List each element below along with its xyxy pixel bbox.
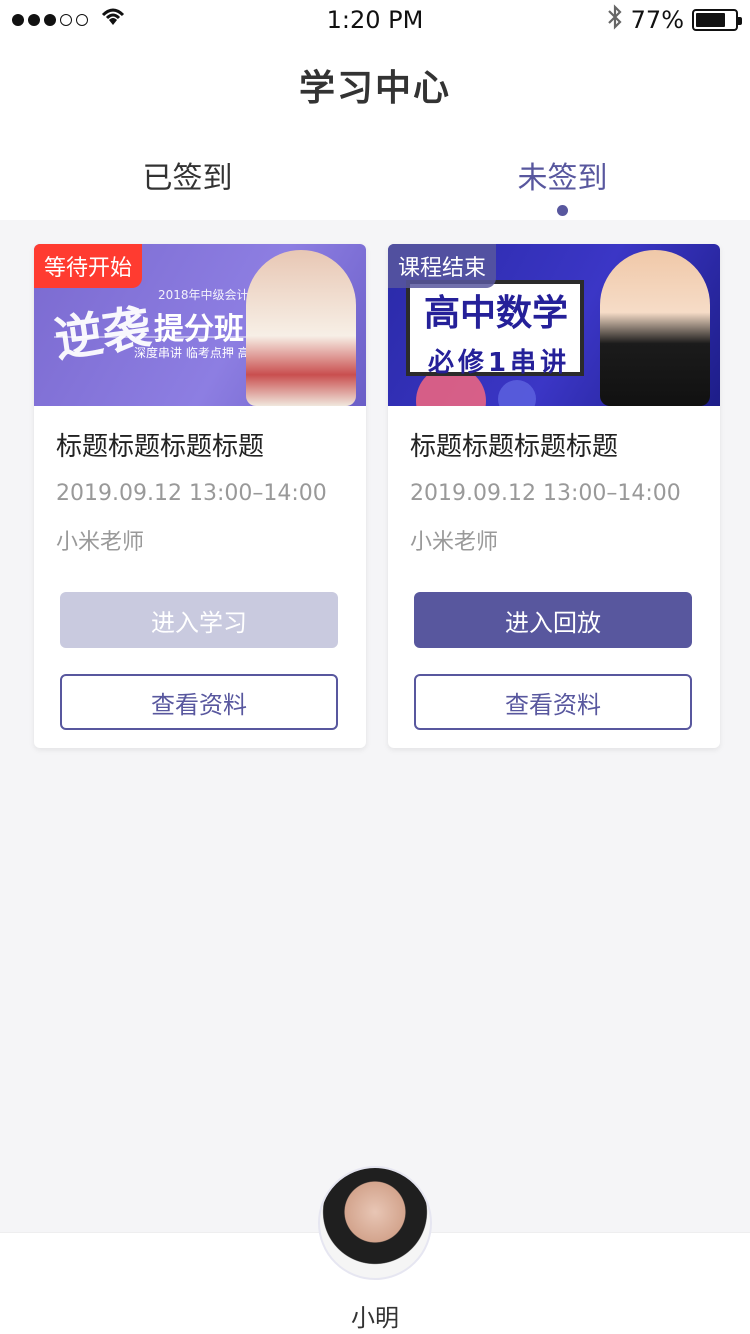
enter-replay-button[interactable]: 进入回放 bbox=[414, 592, 692, 648]
course-time: 2019.09.12 13:00–14:00 bbox=[56, 481, 327, 506]
banner-decoration bbox=[498, 380, 536, 406]
signal-dot bbox=[60, 14, 72, 26]
header: 学习中心 bbox=[0, 40, 750, 130]
status-bar: 1:20 PM 77% bbox=[0, 0, 750, 40]
status-badge: 等待开始 bbox=[34, 244, 143, 288]
course-banner: 逆袭 2018年中级会计职称 提分班 深度串讲 临考点押 高效提分 等待开始 bbox=[34, 244, 366, 406]
course-card[interactable]: 逆袭 2018年中级会计职称 提分班 深度串讲 临考点押 高效提分 等待开始 标… bbox=[34, 244, 366, 748]
course-card[interactable]: 高中数学 必修1串讲 课程结束 标题标题标题标题 2019.09.12 13:0… bbox=[388, 244, 720, 748]
wifi-icon bbox=[100, 7, 126, 33]
tab-signed-in[interactable]: 已签到 bbox=[0, 130, 375, 220]
battery-icon bbox=[692, 9, 742, 31]
status-badge: 课程结束 bbox=[388, 244, 497, 288]
tab-active-indicator bbox=[557, 205, 568, 216]
enter-study-button[interactable]: 进入学习 bbox=[60, 592, 338, 648]
battery-percent: 77% bbox=[630, 6, 684, 34]
tab-label: 未签到 bbox=[517, 161, 608, 196]
bluetooth-icon bbox=[607, 4, 623, 36]
view-materials-button[interactable]: 查看资料 bbox=[60, 674, 338, 730]
page-title: 学习中心 bbox=[298, 68, 451, 109]
signal-strength bbox=[12, 7, 126, 33]
avatar-name: 小明 bbox=[351, 1304, 399, 1332]
teacher-photo bbox=[246, 250, 356, 406]
course-title: 标题标题标题标题 bbox=[410, 432, 619, 462]
signal-dot bbox=[28, 14, 40, 26]
signal-dot bbox=[76, 14, 88, 26]
banner-divider bbox=[54, 336, 264, 338]
banner-board-subtitle: 必修1串讲 bbox=[428, 348, 571, 378]
signal-dot bbox=[44, 14, 56, 26]
course-banner: 高中数学 必修1串讲 课程结束 bbox=[388, 244, 720, 406]
course-title: 标题标题标题标题 bbox=[56, 432, 265, 462]
teacher-photo bbox=[600, 250, 710, 406]
tab-bar: 已签到 未签到 bbox=[0, 130, 750, 220]
tab-label: 已签到 bbox=[142, 161, 233, 196]
banner-main-text: 提分班 bbox=[154, 312, 244, 347]
banner-board-title: 高中数学 bbox=[424, 293, 569, 334]
status-time: 1:20 PM bbox=[326, 6, 424, 34]
view-materials-button[interactable]: 查看资料 bbox=[414, 674, 692, 730]
battery-fill bbox=[696, 13, 726, 27]
course-teacher: 小米老师 bbox=[410, 530, 499, 555]
signal-dot bbox=[12, 14, 24, 26]
avatar[interactable] bbox=[318, 1166, 432, 1280]
course-teacher: 小米老师 bbox=[56, 530, 145, 555]
course-time: 2019.09.12 13:00–14:00 bbox=[410, 481, 681, 506]
tab-not-signed-in[interactable]: 未签到 bbox=[375, 130, 750, 220]
